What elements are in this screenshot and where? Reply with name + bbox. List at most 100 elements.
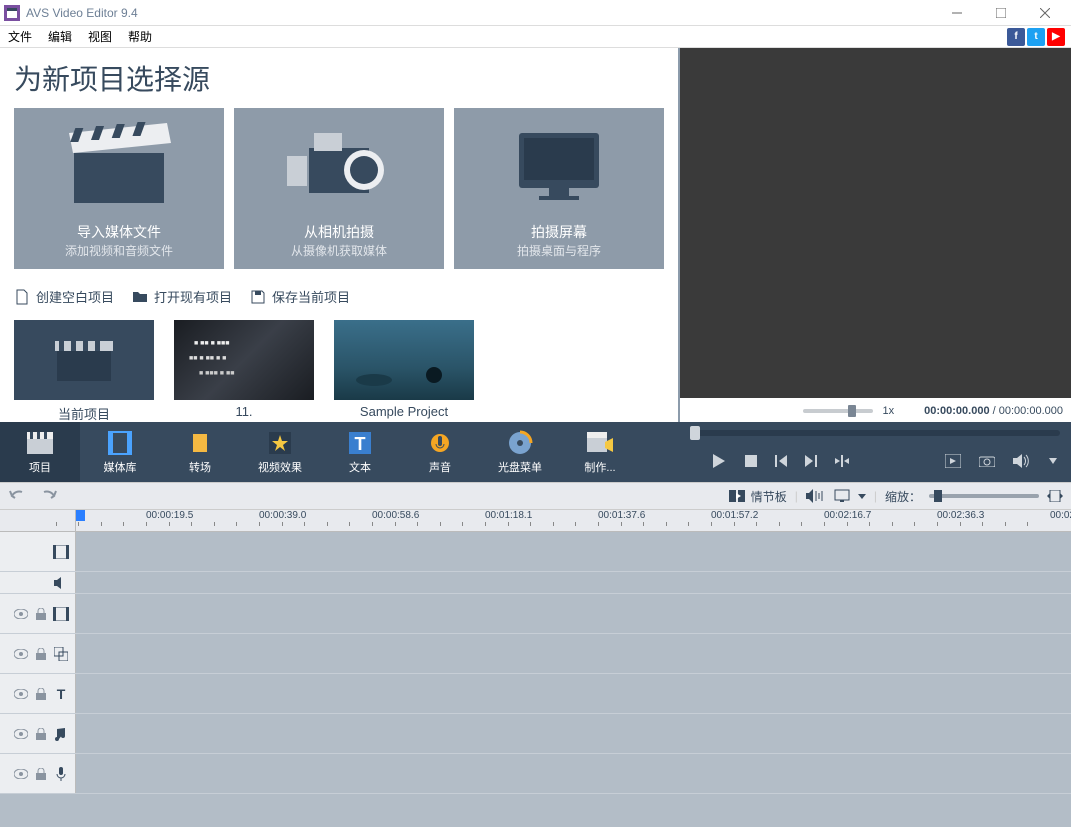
timeline-ruler[interactable]: 00:00:19.5 00:00:39.0 00:00:58.6 00:01:18.1… (0, 510, 1071, 532)
action-open-existing[interactable]: 打开现有项目 (132, 287, 232, 306)
zoom-fit-button[interactable] (1047, 490, 1063, 502)
transition-icon (186, 429, 214, 457)
speed-slider[interactable] (803, 409, 873, 413)
thumb-project-2[interactable]: Sample Project (334, 320, 474, 423)
track-body[interactable] (76, 674, 1071, 713)
speaker-icon[interactable] (53, 575, 69, 591)
film-icon[interactable] (53, 606, 69, 622)
menu-edit[interactable]: 编辑 (40, 26, 80, 47)
eye-icon[interactable] (13, 686, 29, 702)
prev-frame-button[interactable] (775, 455, 787, 467)
card-title: 拍摄屏幕 (531, 222, 587, 242)
track-body[interactable] (76, 594, 1071, 633)
ruler-tick: 00:00:39.0 (259, 510, 306, 521)
fullscreen-button[interactable] (945, 454, 961, 468)
main-toolbar: 项目 媒体库 转场 视频效果 T 文本 声音 光盘菜单 制作... (0, 422, 1071, 482)
action-save-current[interactable]: 保存当前项目 (250, 287, 350, 306)
filmstrip-icon (106, 429, 134, 457)
svg-text:T: T (355, 434, 366, 454)
save-icon (250, 289, 266, 305)
track-body[interactable] (76, 634, 1071, 673)
card-capture-screen[interactable]: 拍摄屏幕 拍摄桌面与程序 (454, 108, 664, 269)
action-create-blank[interactable]: 创建空白项目 (14, 287, 114, 306)
zoom-label: 缩放： (885, 488, 921, 505)
thumb-project-1[interactable]: ■ ■■ ■ ■■■■■ ■ ■■ ■ ■■ ■■■ ■ ■■ 11. (174, 320, 314, 423)
svg-text:■ ■■ ■ ■■■: ■ ■■ ■ ■■■ (194, 340, 229, 347)
clapper-icon (26, 429, 54, 457)
music-note-icon[interactable] (53, 726, 69, 742)
thumb-label: 当前项目 (58, 404, 110, 423)
clapperboard-icon (14, 108, 224, 218)
playhead-marker[interactable] (76, 510, 85, 521)
tool-transitions[interactable]: 转场 (160, 422, 240, 482)
play-button[interactable] (713, 454, 727, 468)
menu-file[interactable]: 文件 (0, 26, 40, 47)
overlay-icon[interactable] (53, 646, 69, 662)
playback-seek-slider[interactable] (690, 430, 1060, 436)
text-icon: T (346, 429, 374, 457)
display-settings-button[interactable] (834, 489, 866, 503)
track-effects (0, 634, 1071, 674)
text-track-icon[interactable]: T (53, 686, 69, 702)
time-current: 00:00:00.000 (924, 405, 989, 417)
tool-project[interactable]: 项目 (0, 422, 80, 482)
storyboard-toggle[interactable]: 情节板 (729, 488, 787, 505)
tool-disc-menu[interactable]: 光盘菜单 (480, 422, 560, 482)
menu-help[interactable]: 帮助 (120, 26, 160, 47)
split-button[interactable] (835, 455, 849, 467)
eye-icon[interactable] (13, 606, 29, 622)
undo-button[interactable] (8, 489, 28, 503)
film-icon[interactable] (53, 544, 69, 560)
redo-button[interactable] (38, 489, 58, 503)
audio-mix-button[interactable] (806, 489, 826, 503)
twitter-icon[interactable]: t (1027, 28, 1045, 46)
ruler-tick: 00:01:18.1 (485, 510, 532, 521)
ruler-tick: 00:00:19.5 (146, 510, 193, 521)
facebook-icon[interactable]: f (1007, 28, 1025, 46)
next-frame-button[interactable] (805, 455, 817, 467)
snapshot-button[interactable] (979, 455, 995, 467)
panel-heading: 为新项目选择源 (14, 58, 664, 98)
thumb-current-project[interactable]: 当前项目 (14, 320, 154, 423)
menu-view[interactable]: 视图 (80, 26, 120, 47)
disc-icon (506, 429, 534, 457)
lock-icon[interactable] (33, 606, 49, 622)
tool-produce[interactable]: 制作... (560, 422, 640, 482)
stop-button[interactable] (745, 455, 757, 467)
track-body[interactable] (76, 754, 1071, 793)
card-import-media[interactable]: 导入媒体文件 添加视频和音频文件 (14, 108, 224, 269)
minimize-button[interactable] (935, 0, 979, 26)
eye-icon[interactable] (13, 766, 29, 782)
tool-audio[interactable]: 声音 (400, 422, 480, 482)
ruler-tick: 00:01:57.2 (711, 510, 758, 521)
zoom-slider[interactable] (929, 494, 1039, 498)
track-main-audio (0, 572, 1071, 594)
eye-icon[interactable] (13, 726, 29, 742)
produce-icon (586, 429, 614, 457)
volume-dropdown-icon[interactable] (1049, 458, 1057, 464)
ruler-tick: 00:02:36.3 (937, 510, 984, 521)
tool-video-effects[interactable]: 视频效果 (240, 422, 320, 482)
lock-icon[interactable] (33, 686, 49, 702)
card-capture-camera[interactable]: 从相机拍摄 从摄像机获取媒体 (234, 108, 444, 269)
source-panel: 为新项目选择源 导入媒体文件 添加视频和音频文件 从相机拍摄 从摄像机获取媒体 (0, 48, 680, 422)
lock-icon[interactable] (33, 766, 49, 782)
eye-icon[interactable] (13, 646, 29, 662)
lock-icon[interactable] (33, 646, 49, 662)
lock-icon[interactable] (33, 726, 49, 742)
maximize-button[interactable] (979, 0, 1023, 26)
preview-canvas[interactable] (680, 48, 1071, 398)
tool-text[interactable]: T 文本 (320, 422, 400, 482)
track-body[interactable] (76, 714, 1071, 753)
track-body[interactable] (76, 532, 1071, 571)
mic-track-icon[interactable] (53, 766, 69, 782)
track-body[interactable] (76, 572, 1071, 593)
microphone-icon (426, 429, 454, 457)
time-total: 00:00:00.000 (999, 405, 1063, 417)
volume-button[interactable] (1013, 454, 1031, 468)
timeline-toolbar: 情节板 | | 缩放： (0, 482, 1071, 510)
youtube-icon[interactable]: ▶ (1047, 28, 1065, 46)
ruler-tick: 00:00:58.6 (372, 510, 419, 521)
tool-media-library[interactable]: 媒体库 (80, 422, 160, 482)
close-button[interactable] (1023, 0, 1067, 26)
